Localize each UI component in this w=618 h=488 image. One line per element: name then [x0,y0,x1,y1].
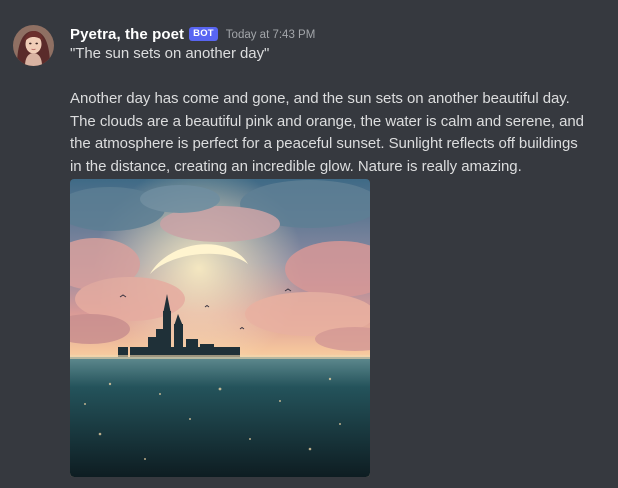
message-timestamp[interactable]: Today at 7:43 PM [226,27,316,41]
poem-title: "The sun sets on another day" [70,45,270,62]
author-name[interactable]: Pyetra, the poet [70,26,184,43]
message-header: Pyetra, the poet BOT Today at 7:43 PM [70,24,315,44]
bot-badge: BOT [189,27,218,41]
message-line: the atmosphere is perfect for a peaceful… [70,135,578,152]
chat-message: Pyetra, the poet BOT Today at 7:43 PM "T… [0,0,618,488]
author-avatar[interactable] [13,25,54,66]
message-line: Another day has come and gone, and the s… [70,90,570,107]
image-attachment[interactable] [70,179,370,477]
message-line: in the distance, creating an incredible … [70,157,522,175]
sunset-image [70,179,370,477]
message-line: The clouds are a beautiful pink and oran… [70,112,584,130]
message-content: "The sun sets on another day" Another da… [70,43,610,178]
